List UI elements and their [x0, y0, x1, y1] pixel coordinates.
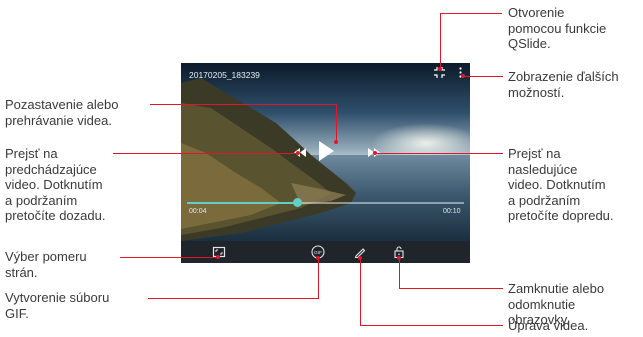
leader-qslide-v — [440, 13, 441, 69]
callout-previous: Prejsť na predchádzajúce video. Dotknutí… — [5, 146, 106, 223]
leader-play-h — [150, 104, 336, 105]
callout-next: Prejsť na nasledujúce video. Dotknutím a… — [508, 146, 614, 223]
play-icon[interactable] — [319, 141, 334, 161]
leader-edit-h — [360, 325, 503, 326]
callout-gif: Vytvorenie súboru GIF. — [5, 290, 110, 321]
callout-pause-play: Pozastavenie alebo prehrávanie videa. — [5, 97, 119, 128]
leader-gif-dot — [316, 256, 320, 260]
leader-prev-dot — [296, 151, 300, 155]
time-total: 00:10 — [443, 208, 461, 215]
leader-qslide-h — [440, 13, 502, 14]
seek-bar[interactable] — [187, 198, 464, 207]
leader-edit-dot — [358, 256, 362, 260]
leader-qslide-dot — [438, 67, 442, 71]
leader-play-dot — [334, 140, 338, 144]
leader-aspect-dot — [216, 255, 220, 259]
callout-edit: Úprava videa. — [508, 318, 589, 333]
leader-aspect-h — [120, 257, 218, 258]
leader-play-v — [336, 104, 337, 142]
seek-bar-progress — [187, 202, 298, 204]
video-player-screen: 20170205_183239 00:04 00:10 GIF — [181, 63, 470, 263]
callout-more-options: Zobrazenie ďalších možností. — [508, 69, 619, 100]
leader-prev-h — [113, 153, 298, 154]
leader-gif-h — [148, 298, 319, 299]
leader-next-h — [375, 153, 503, 154]
time-current: 00:04 — [189, 208, 207, 215]
leader-lock-dot — [397, 256, 401, 260]
callout-qslide: Otvorenie pomocou funkcie QSlide. — [508, 5, 607, 51]
leader-more-h — [463, 76, 503, 77]
leader-more-dot — [461, 74, 465, 78]
leader-next-dot — [373, 151, 377, 155]
leader-gif-v — [318, 258, 319, 299]
leader-lock-v — [399, 258, 400, 288]
callout-aspect-ratio: Výber pomeru strán. — [5, 249, 87, 280]
bottom-toolbar: GIF — [181, 241, 470, 263]
video-file-name: 20170205_183239 — [189, 70, 260, 80]
leader-lock-h — [399, 288, 503, 289]
video-frame[interactable]: 20170205_183239 00:04 00:10 — [181, 63, 470, 241]
leader-edit-v — [360, 258, 361, 325]
